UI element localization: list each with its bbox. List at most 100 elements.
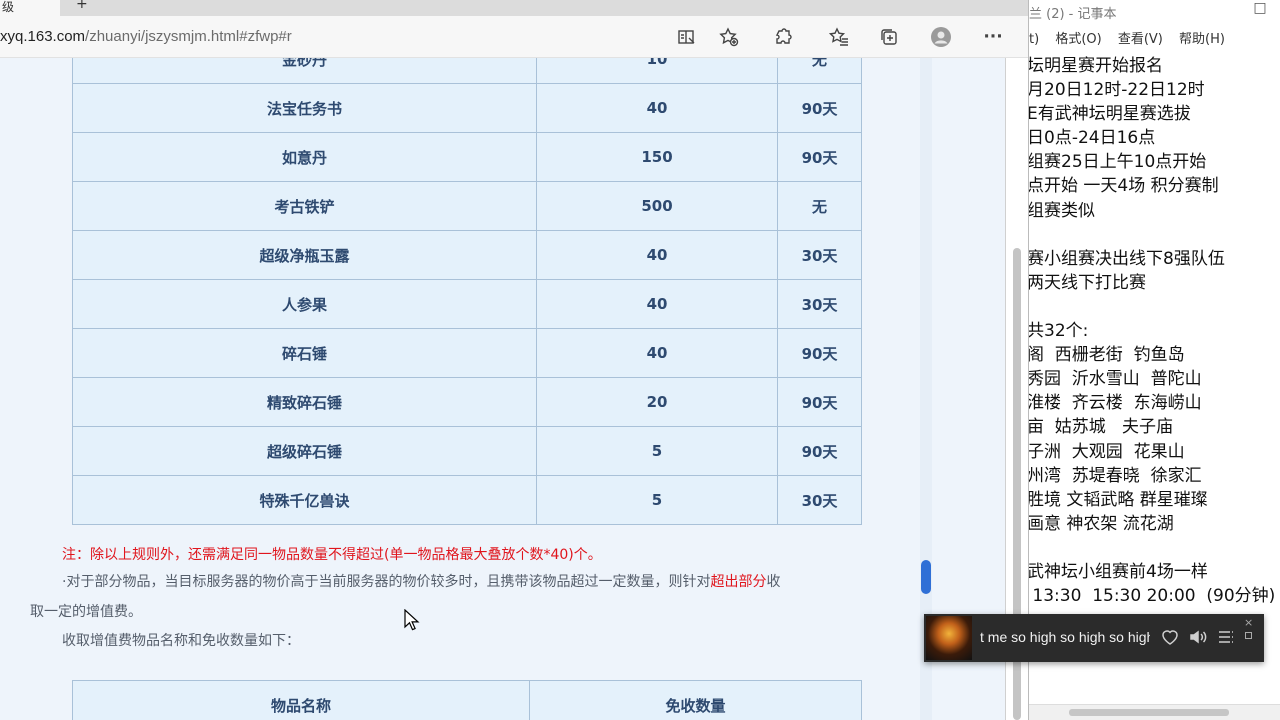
item-days-cell: 无: [777, 181, 862, 231]
transfer-items-table: 金砂丹 10 无法宝任务书 40 90天 如意丹 150 90天 考古铁铲 500 无超级净瓶玉露 4…: [72, 58, 862, 525]
notepad-line: 两天线下打比赛: [1028, 272, 1146, 293]
notepad-line: 坛明星赛开始报名: [1028, 56, 1163, 76]
table-row: 如意丹 150 90天: [72, 132, 862, 182]
paragraph-fee-highlight: 超出部分: [710, 574, 767, 590]
item-days-cell: 30天: [777, 230, 862, 280]
paragraph-fee: ·对于部分物品，当目标服务器的物价高于当前服务器的物价较多时，且携带该物品超过一…: [62, 567, 780, 597]
music-mini-player: t me so high so high so high ×: [924, 614, 1264, 662]
playlist-icon[interactable]: [1216, 627, 1238, 649]
notepad-line: 组赛25日上午10点开始: [1028, 152, 1207, 173]
item-qty-cell: 5: [536, 475, 778, 525]
notepad-line: 胜境 文韬武略 群星璀璨: [1028, 489, 1208, 510]
notepad-title: 兰 (2) - 记事本: [1029, 0, 1280, 24]
fee-items-table: 物品名称 免收数量: [72, 680, 862, 720]
item-qty-cell: 40: [536, 328, 778, 378]
maximize-button[interactable]: □: [1245, 0, 1275, 24]
notepad-text-area[interactable]: 坛明星赛开始报名月20日12时-22日12时 E有武神坛明星赛选拔 日0点-24日1…: [1028, 54, 1280, 608]
item-name-cell: 如意丹: [72, 132, 537, 182]
item-name-cell: 精致碎石锤: [72, 377, 537, 427]
item-qty-cell: 20: [536, 377, 778, 427]
table-row: 金砂丹 10 无: [72, 58, 862, 84]
item-qty-cell: 40: [536, 230, 778, 280]
paragraph-fee-text: ·对于部分物品，当目标服务器的物价高于当前服务器的物价较多时，且携带该物品超过一…: [62, 574, 711, 590]
item-qty-cell: 150: [536, 132, 778, 182]
favorite-add-icon[interactable]: [716, 24, 742, 50]
notepad-line: [1029, 295, 1280, 319]
restore-icon[interactable]: [1245, 632, 1252, 639]
notepad-line: 亩 姑苏城 夫子庙: [1028, 417, 1174, 438]
reader-view-icon[interactable]: [674, 24, 700, 50]
song-title: t me so high so high so high: [980, 629, 1150, 645]
notepad-line: 画意 神农架 流花湖: [1028, 513, 1174, 534]
red-note: 注：除以上规则外，还需满足同一物品数量不得超过(单一物品格最大叠放个数*40)个…: [62, 547, 602, 563]
item-name-cell: 碎石锤: [72, 328, 537, 378]
notepad-line: 秀园 沂水雪山 普陀山: [1028, 369, 1202, 390]
address-path: /zhuanyi/jszysmjm.html#zfwp#r: [85, 28, 292, 45]
menu-edit[interactable]: t): [1029, 32, 1039, 47]
page-content: 金砂丹 10 无法宝任务书 40 90天 如意丹 150 90天 考古铁铲 500 无超级净瓶玉露 4…: [0, 58, 905, 720]
header-item-name: 物品名称: [72, 680, 530, 720]
table-row: 超级碎石锤 5 90天: [72, 426, 862, 476]
page-scrollbar-thumb[interactable]: [921, 560, 931, 594]
notepad-line: 阁 西栅老街 钓鱼岛: [1028, 345, 1185, 366]
item-name-cell: 人参果: [72, 279, 537, 329]
item-qty-cell: 40: [536, 279, 778, 329]
item-name-cell: 超级碎石锤: [72, 426, 537, 476]
profile-avatar[interactable]: [928, 24, 954, 50]
notepad-line: 州湾 苏堤春晓 徐家汇: [1028, 465, 1202, 486]
collections-icon[interactable]: [876, 24, 902, 50]
notepad-menu-bar: t) 格式(O) 查看(V) 帮助(H): [1029, 28, 1280, 50]
paragraph-items-intro: 收取增值费物品名称和免收数量如下：: [62, 633, 300, 649]
menu-format[interactable]: 格式(O): [1055, 32, 1101, 47]
notepad-line: 组赛类似: [1028, 200, 1095, 221]
new-tab-button[interactable]: +: [76, 0, 88, 12]
item-days-cell: 90天: [777, 377, 862, 427]
table-row: 碎石锤 40 90天: [72, 328, 862, 378]
paragraph-fee-tail: 收: [766, 574, 781, 590]
item-name-cell: 考古铁铲: [72, 181, 537, 231]
item-days-cell: 90天: [777, 328, 862, 378]
item-qty-cell: 10: [536, 58, 778, 84]
album-art[interactable]: [926, 616, 972, 660]
notepad-line: 月20日12时-22日12时: [1028, 80, 1205, 101]
browser-toolbar: xyq.163.com/zhuanyi/jszysmjm.html#zfwp#r…: [0, 16, 1028, 58]
notepad-scrollbar-thumb[interactable]: [1069, 709, 1229, 716]
item-name-cell: 超级净瓶玉露: [72, 230, 537, 280]
item-name-cell: 金砂丹: [72, 58, 537, 84]
address-bar[interactable]: xyq.163.com/zhuanyi/jszysmjm.html#zfwp#r: [0, 28, 292, 45]
web-page: 金砂丹 10 无法宝任务书 40 90天 如意丹 150 90天 考古铁铲 500 无超级净瓶玉露 4…: [0, 58, 1005, 720]
table-row: 考古铁铲 500 无: [72, 181, 862, 231]
item-qty-cell: 500: [536, 181, 778, 231]
item-days-cell: 90天: [777, 132, 862, 182]
heart-icon[interactable]: [1160, 627, 1182, 649]
mouse-cursor-icon: [404, 609, 420, 631]
browser-window: 级 + xyq.163.com/zhuanyi/jszysmjm.html#zf…: [0, 0, 1028, 720]
notepad-line: 13:30 15:30 20:00 (90分钟): [1028, 586, 1276, 607]
menu-help[interactable]: 帮助(H): [1179, 32, 1225, 47]
address-host: xyq.163.com: [0, 28, 86, 45]
menu-view[interactable]: 查看(V): [1118, 32, 1163, 47]
item-days-cell: 无: [777, 58, 862, 84]
item-name-cell: 特殊千亿兽诀: [72, 475, 537, 525]
table-row: 超级净瓶玉露 40 30天: [72, 230, 862, 280]
table-row: 法宝任务书 40 90天: [72, 83, 862, 133]
notepad-line: 赛小组赛决出线下8强队伍: [1028, 248, 1225, 269]
more-icon[interactable]: ···: [980, 24, 1006, 50]
item-qty-cell: 40: [536, 83, 778, 133]
table-header-row: 物品名称 免收数量: [72, 680, 862, 720]
tab-strip: 级 +: [0, 0, 1028, 16]
notepad-line: E有武神坛明星赛选拔: [1028, 104, 1191, 125]
notepad-line: 共32个:: [1028, 321, 1089, 342]
header-free-qty: 免收数量: [529, 680, 862, 720]
extensions-icon[interactable]: [770, 24, 796, 50]
close-icon[interactable]: ×: [1244, 616, 1253, 629]
tab-active[interactable]: 级: [0, 0, 60, 16]
notepad-line: 日0点-24日16点: [1028, 128, 1156, 149]
notepad-horizontal-scrollbar[interactable]: [1029, 704, 1280, 720]
notepad-line: 点开始 一天4场 积分赛制: [1028, 176, 1219, 197]
favorites-icon[interactable]: [826, 24, 852, 50]
item-qty-cell: 5: [536, 426, 778, 476]
volume-icon[interactable]: [1188, 627, 1210, 649]
item-days-cell: 30天: [777, 279, 862, 329]
item-days-cell: 30天: [777, 475, 862, 525]
